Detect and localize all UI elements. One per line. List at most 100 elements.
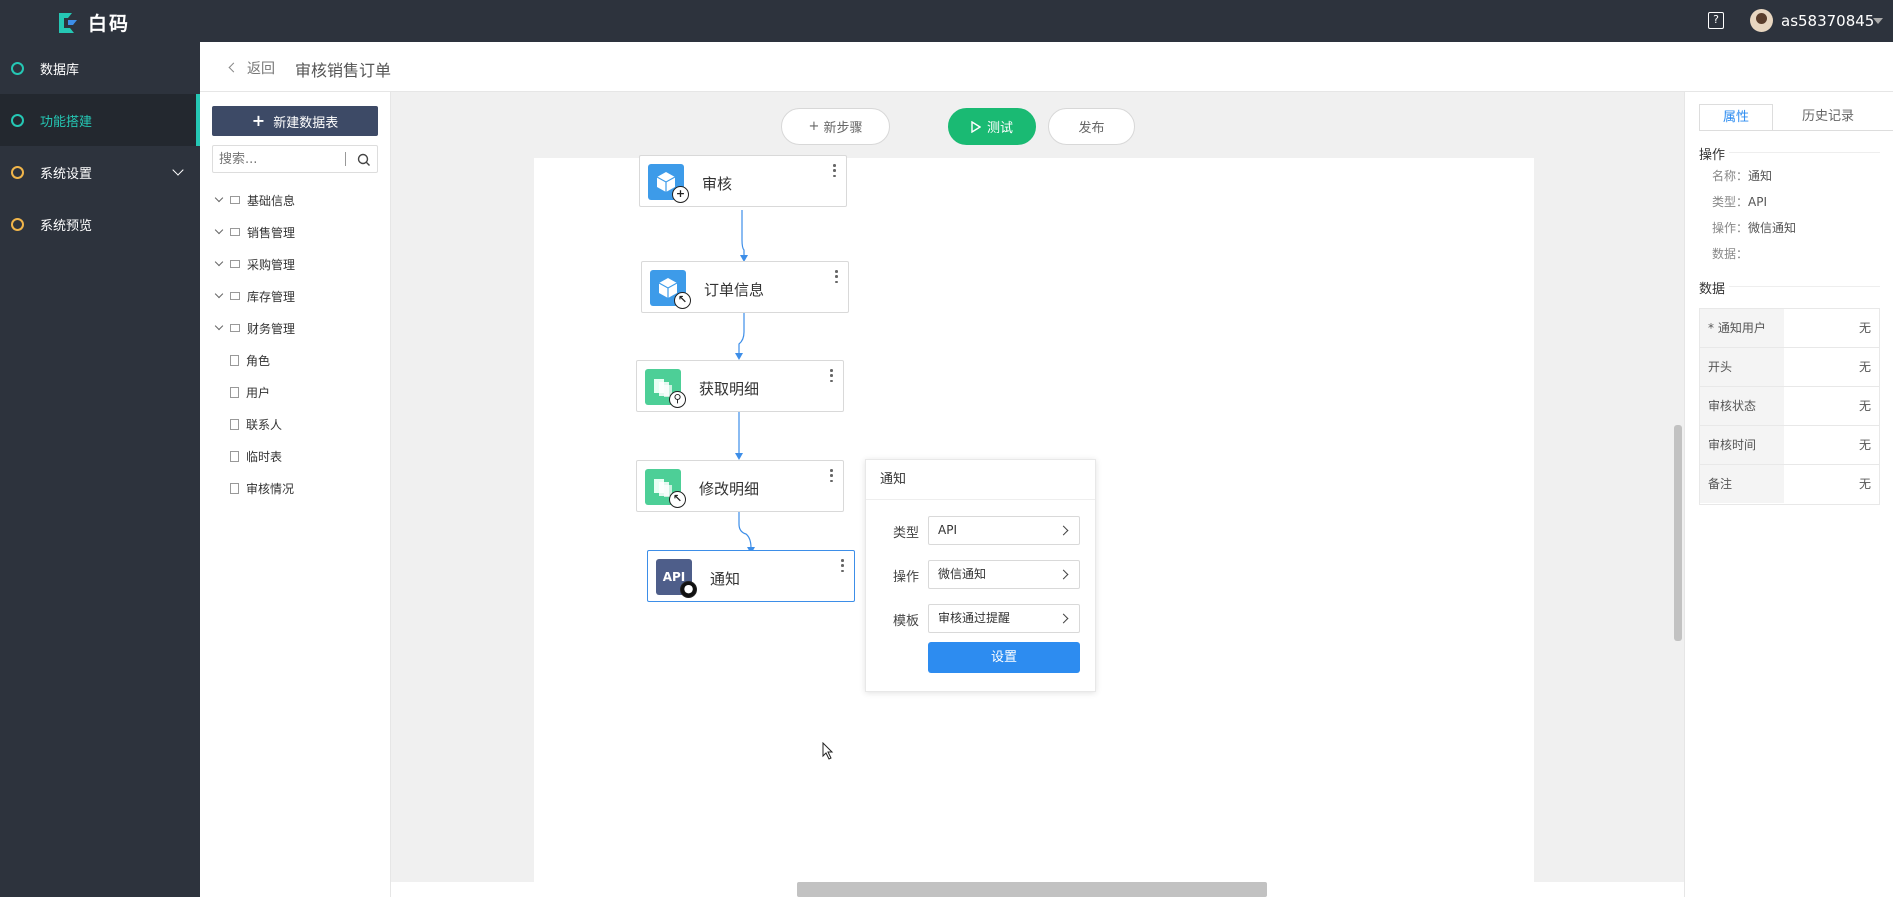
folder-label: 采购管理	[247, 257, 296, 272]
prop-operation: 操作：微信通知	[1712, 219, 1796, 236]
template-select[interactable]: 审核通过提醒	[928, 604, 1080, 633]
prop-type: 类型：API	[1712, 193, 1767, 210]
prop-name: 名称：通知	[1712, 167, 1772, 184]
tabs-divider	[1699, 130, 1893, 131]
sidebar-item-system-preview[interactable]: 系统预览	[0, 198, 200, 250]
operation-select[interactable]: 微信通知	[928, 560, 1080, 589]
new-table-button[interactable]: + 新建数据表	[212, 106, 378, 136]
folder-icon	[230, 260, 240, 268]
flow-node-selected[interactable]: API ● 通知	[647, 550, 855, 602]
table-label: 审核情况	[246, 481, 295, 496]
table-row[interactable]: 开头 无	[1700, 348, 1879, 387]
chevron-right-icon	[1058, 525, 1069, 536]
more-icon[interactable]	[841, 559, 844, 572]
tree-table[interactable]: 临时表	[214, 446, 282, 466]
breadcrumb: 返回 审核销售订单	[200, 42, 1893, 92]
row-value[interactable]: 无	[1859, 348, 1871, 386]
more-icon[interactable]	[830, 369, 833, 382]
more-icon[interactable]	[833, 164, 836, 177]
back-link[interactable]: 返回	[247, 58, 275, 78]
row-value[interactable]: 无	[1859, 387, 1871, 425]
search-icon[interactable]	[356, 152, 372, 168]
sidebar-item-function-builder[interactable]: 功能搭建	[0, 94, 200, 146]
chevron-down-icon	[214, 193, 224, 203]
tab-properties[interactable]: 属性	[1699, 104, 1773, 131]
circle-icon	[11, 113, 24, 127]
table-icon	[230, 354, 239, 366]
app-logo[interactable]: 白码	[56, 9, 130, 36]
folder-label: 销售管理	[247, 225, 296, 240]
table-label: 角色	[246, 353, 271, 368]
pointer-icon: ↖	[669, 491, 686, 508]
row-value[interactable]: 无	[1859, 465, 1871, 503]
tree-folder[interactable]: 库存管理	[214, 286, 295, 306]
horizontal-scrollbar[interactable]	[797, 882, 1267, 897]
vertical-scrollbar[interactable]	[1674, 425, 1682, 641]
search-input[interactable]	[219, 150, 347, 168]
sidebar-item-database[interactable]: 数据库	[0, 42, 200, 94]
more-icon[interactable]	[835, 270, 838, 283]
chevron-down-icon	[214, 321, 224, 331]
flow-node[interactable]: ↖ 修改明细	[636, 460, 844, 512]
table-panel: + 新建数据表 基础信息 销售管理 采购管理 库存管理 财务管理 角色	[200, 92, 391, 897]
settings-button[interactable]: 设置	[928, 642, 1080, 673]
logo-text: 白码	[88, 13, 131, 35]
plus-icon: +	[251, 111, 266, 130]
caret-down-icon[interactable]	[1873, 18, 1883, 24]
chevron-right-icon	[1058, 569, 1069, 580]
flow-node[interactable]: ↖ 订单信息	[641, 261, 849, 313]
username[interactable]: as58370845	[1781, 12, 1874, 30]
plus-icon: +	[672, 186, 689, 203]
flow-node[interactable]: ⚲ 获取明细	[636, 360, 844, 412]
row-key: 备注	[1700, 465, 1784, 503]
type-value: API	[938, 523, 957, 537]
chevron-left-icon[interactable]	[228, 62, 239, 73]
chevron-down-icon	[214, 289, 224, 299]
folder-label: 基础信息	[247, 193, 296, 208]
node-label: 获取明细	[699, 380, 760, 398]
sidebar-item-system-settings[interactable]: 系统设置	[0, 146, 200, 198]
folder-icon	[230, 324, 240, 332]
circle-icon	[11, 165, 24, 179]
prop-value: API	[1748, 195, 1767, 209]
table-row[interactable]: * 通知用户 无	[1700, 309, 1879, 348]
more-icon[interactable]	[830, 469, 833, 482]
wechat-icon: ●	[680, 581, 697, 598]
avatar[interactable]	[1750, 9, 1773, 32]
template-label: 模板	[893, 614, 920, 629]
help-icon[interactable]: ?	[1708, 12, 1724, 29]
data-section-title: 数据	[1699, 282, 1726, 297]
sidebar-nav: 数据库 功能搭建 系统设置 系统预览	[0, 42, 200, 897]
new-table-label: 新建数据表	[273, 115, 339, 131]
tree-table[interactable]: 角色	[214, 350, 270, 370]
sidebar-item-label: 系统设置	[40, 166, 93, 182]
sidebar-item-label: 系统预览	[40, 218, 93, 234]
row-value[interactable]: 无	[1859, 426, 1871, 464]
table-row[interactable]: 审核时间 无	[1700, 426, 1879, 465]
chevron-down-icon	[214, 257, 224, 267]
tree-folder[interactable]: 基础信息	[214, 190, 295, 210]
type-select[interactable]: API	[928, 516, 1080, 545]
tree-folder[interactable]: 财务管理	[214, 318, 295, 338]
tree-folder[interactable]: 销售管理	[214, 222, 295, 242]
type-label: 类型	[893, 526, 920, 541]
tab-history[interactable]: 历史记录	[1773, 104, 1883, 131]
table-label: 用户	[246, 385, 271, 400]
table-row[interactable]: 审核状态 无	[1700, 387, 1879, 426]
divider	[1729, 286, 1880, 287]
table-label: 联系人	[246, 417, 283, 432]
tree-folder[interactable]: 采购管理	[214, 254, 295, 274]
flow-node[interactable]: + 审核	[639, 155, 847, 207]
node-label: 订单信息	[704, 281, 765, 299]
row-value[interactable]: 无	[1859, 309, 1871, 347]
prop-key: 类型：	[1712, 195, 1749, 209]
table-icon	[230, 418, 239, 430]
chevron-down-icon	[172, 164, 184, 176]
table-row[interactable]: 备注 无	[1700, 465, 1879, 504]
sidebar-item-label: 数据库	[40, 62, 80, 78]
tree-table[interactable]: 联系人	[214, 414, 282, 434]
tree-table[interactable]: 审核情况	[214, 478, 294, 498]
tree-table[interactable]: 用户	[214, 382, 270, 402]
prop-key: 数据：	[1712, 247, 1749, 261]
search-box	[212, 145, 378, 173]
